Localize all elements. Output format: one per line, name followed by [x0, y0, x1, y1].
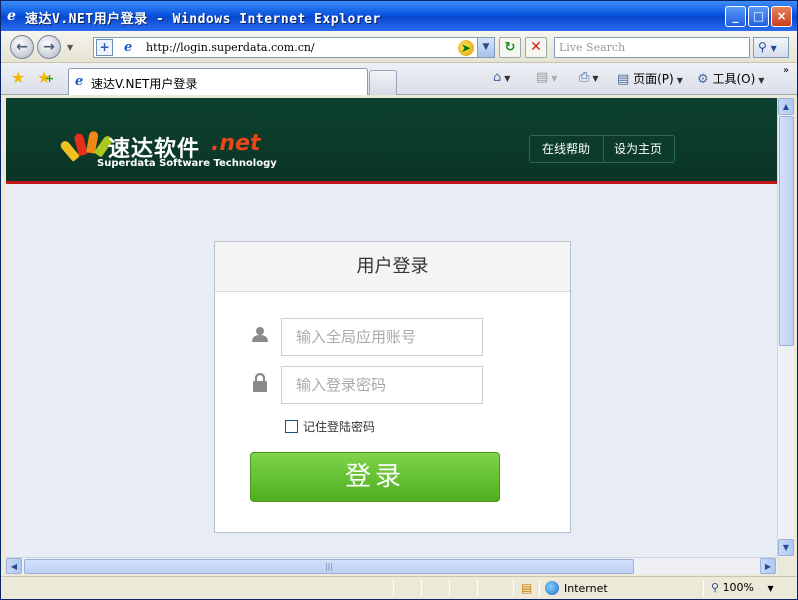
back-button[interactable]: ← — [10, 35, 34, 59]
tab-toolbar: ★ ★ + e 速达V.NET用户登录 ⌂ ▼ ▤ ▼ ⎙ ▼ ▤ 页面(P) ▼ ⚙ 工… — [1, 63, 797, 95]
status-divider — [393, 580, 394, 597]
protected-mode-icon[interactable]: ▤ — [521, 581, 532, 595]
add-favorites-icon[interactable]: ★ + — [37, 68, 54, 87]
logo-subtitle: Superdata Software Technology — [97, 158, 277, 169]
toolbar-overflow-icon[interactable]: » — [783, 65, 789, 76]
zoom-control[interactable]: ⚲ 100% ▼ — [711, 581, 774, 594]
forward-button[interactable]: → — [37, 35, 61, 59]
home-icon: ⌂ — [493, 70, 502, 85]
gear-icon: ⚙ — [697, 72, 709, 87]
status-divider — [513, 580, 514, 597]
vertical-scroll-thumb[interactable] — [779, 116, 794, 346]
nav-set-homepage[interactable]: 设为主页 — [614, 136, 662, 162]
maximize-button[interactable]: □ — [748, 6, 769, 27]
nav-online-help[interactable]: 在线帮助 — [542, 136, 590, 162]
vertical-scrollbar[interactable]: ▲ ▼ — [777, 98, 794, 557]
compatibility-icon[interactable]: ➤ — [458, 40, 474, 56]
site-header: 速达软件 .net Superdata Software Technology … — [6, 98, 777, 184]
login-title: 用户登录 — [215, 242, 570, 292]
search-button[interactable]: ⚲ ▼ — [753, 37, 789, 58]
top-nav: 在线帮助 设为主页 — [529, 135, 675, 163]
page-menu[interactable]: ▤ 页面(P) ▼ — [617, 70, 683, 87]
add-favorite-site-icon[interactable]: + — [96, 39, 113, 56]
tab-ie-icon: e — [75, 74, 84, 89]
zone-label: Internet — [564, 582, 608, 595]
tools-menu-label: 工具(O) — [712, 72, 756, 86]
scroll-left-button[interactable]: ◀ — [6, 558, 22, 574]
search-input[interactable]: Live Search — [554, 37, 750, 58]
address-toolbar: ← → ▼ + e http://login.superdata.com.cn/… — [1, 31, 797, 63]
page-viewport: 速达软件 .net Superdata Software Technology … — [6, 98, 777, 557]
horizontal-scrollbar[interactable]: ◀ ||| ▶ — [6, 557, 777, 574]
status-bar: ▤ Internet ⚲ 100% ▼ — [1, 576, 797, 599]
login-panel: 用户登录 输入全局应用账号 输入登录密码 记住登陆密码 登录 — [214, 241, 571, 533]
scroll-down-button[interactable]: ▼ — [778, 539, 794, 556]
ie-window: e 速达V.NET用户登录 - Windows Internet Explore… — [0, 0, 798, 600]
password-input[interactable]: 输入登录密码 — [281, 366, 483, 404]
close-button[interactable]: × — [771, 6, 792, 27]
tools-menu[interactable]: ⚙ 工具(O) ▼ — [697, 70, 764, 87]
status-divider — [703, 580, 704, 597]
new-tab-button[interactable] — [369, 70, 397, 95]
nav-divider — [603, 136, 604, 162]
user-icon — [252, 327, 268, 342]
account-input[interactable]: 输入全局应用账号 — [281, 318, 483, 356]
remember-label: 记住登陆密码 — [303, 420, 376, 434]
lock-icon — [253, 373, 267, 392]
recent-pages-dropdown-icon[interactable]: ▼ — [67, 43, 73, 52]
title-bar[interactable]: e 速达V.NET用户登录 - Windows Internet Explore… — [1, 1, 797, 31]
page-menu-label: 页面(P) — [633, 72, 674, 86]
security-zone[interactable]: Internet — [545, 581, 608, 595]
stop-button[interactable]: ✕ — [525, 37, 547, 58]
window-title: 速达V.NET用户登录 - Windows Internet Explorer — [25, 12, 381, 27]
status-divider — [421, 580, 422, 597]
globe-icon — [545, 581, 559, 595]
tab-active[interactable]: e 速达V.NET用户登录 — [68, 68, 368, 95]
print-button[interactable]: ⎙ ▼ — [579, 70, 599, 85]
address-dropdown-icon[interactable]: ▼ — [477, 38, 494, 57]
scroll-up-button[interactable]: ▲ — [778, 98, 794, 115]
refresh-button[interactable]: ↻ — [499, 37, 521, 58]
home-button[interactable]: ⌂ ▼ — [493, 70, 510, 85]
status-divider — [477, 580, 478, 597]
ie-logo-icon: e — [7, 8, 16, 24]
favorites-star-icon[interactable]: ★ — [11, 68, 25, 87]
login-button[interactable]: 登录 — [250, 452, 500, 502]
page-ie-icon: e — [124, 40, 133, 55]
printer-icon: ⎙ — [579, 70, 590, 85]
horizontal-scroll-thumb[interactable]: ||| — [24, 559, 634, 574]
remember-checkbox[interactable] — [285, 420, 298, 433]
tab-label: 速达V.NET用户登录 — [91, 77, 198, 91]
rss-icon: ▤ — [536, 70, 549, 85]
status-divider — [449, 580, 450, 597]
minimize-button[interactable]: _ — [725, 6, 746, 27]
logo-net: .net — [211, 131, 261, 156]
zoom-level: 100% — [722, 581, 755, 594]
page-icon: ▤ — [617, 72, 630, 87]
feeds-button[interactable]: ▤ ▼ — [536, 70, 557, 85]
address-bar[interactable]: + e http://login.superdata.com.cn/ ➤ ▼ — [93, 37, 495, 58]
zoom-icon: ⚲ — [711, 581, 720, 594]
scroll-corner — [777, 557, 794, 574]
address-url[interactable]: http://login.superdata.com.cn/ — [146, 41, 315, 54]
superdata-logo-icon — [58, 130, 114, 162]
status-divider — [539, 580, 540, 597]
remember-password[interactable]: 记住登陆密码 — [285, 418, 375, 435]
scroll-right-button[interactable]: ▶ — [760, 558, 776, 574]
